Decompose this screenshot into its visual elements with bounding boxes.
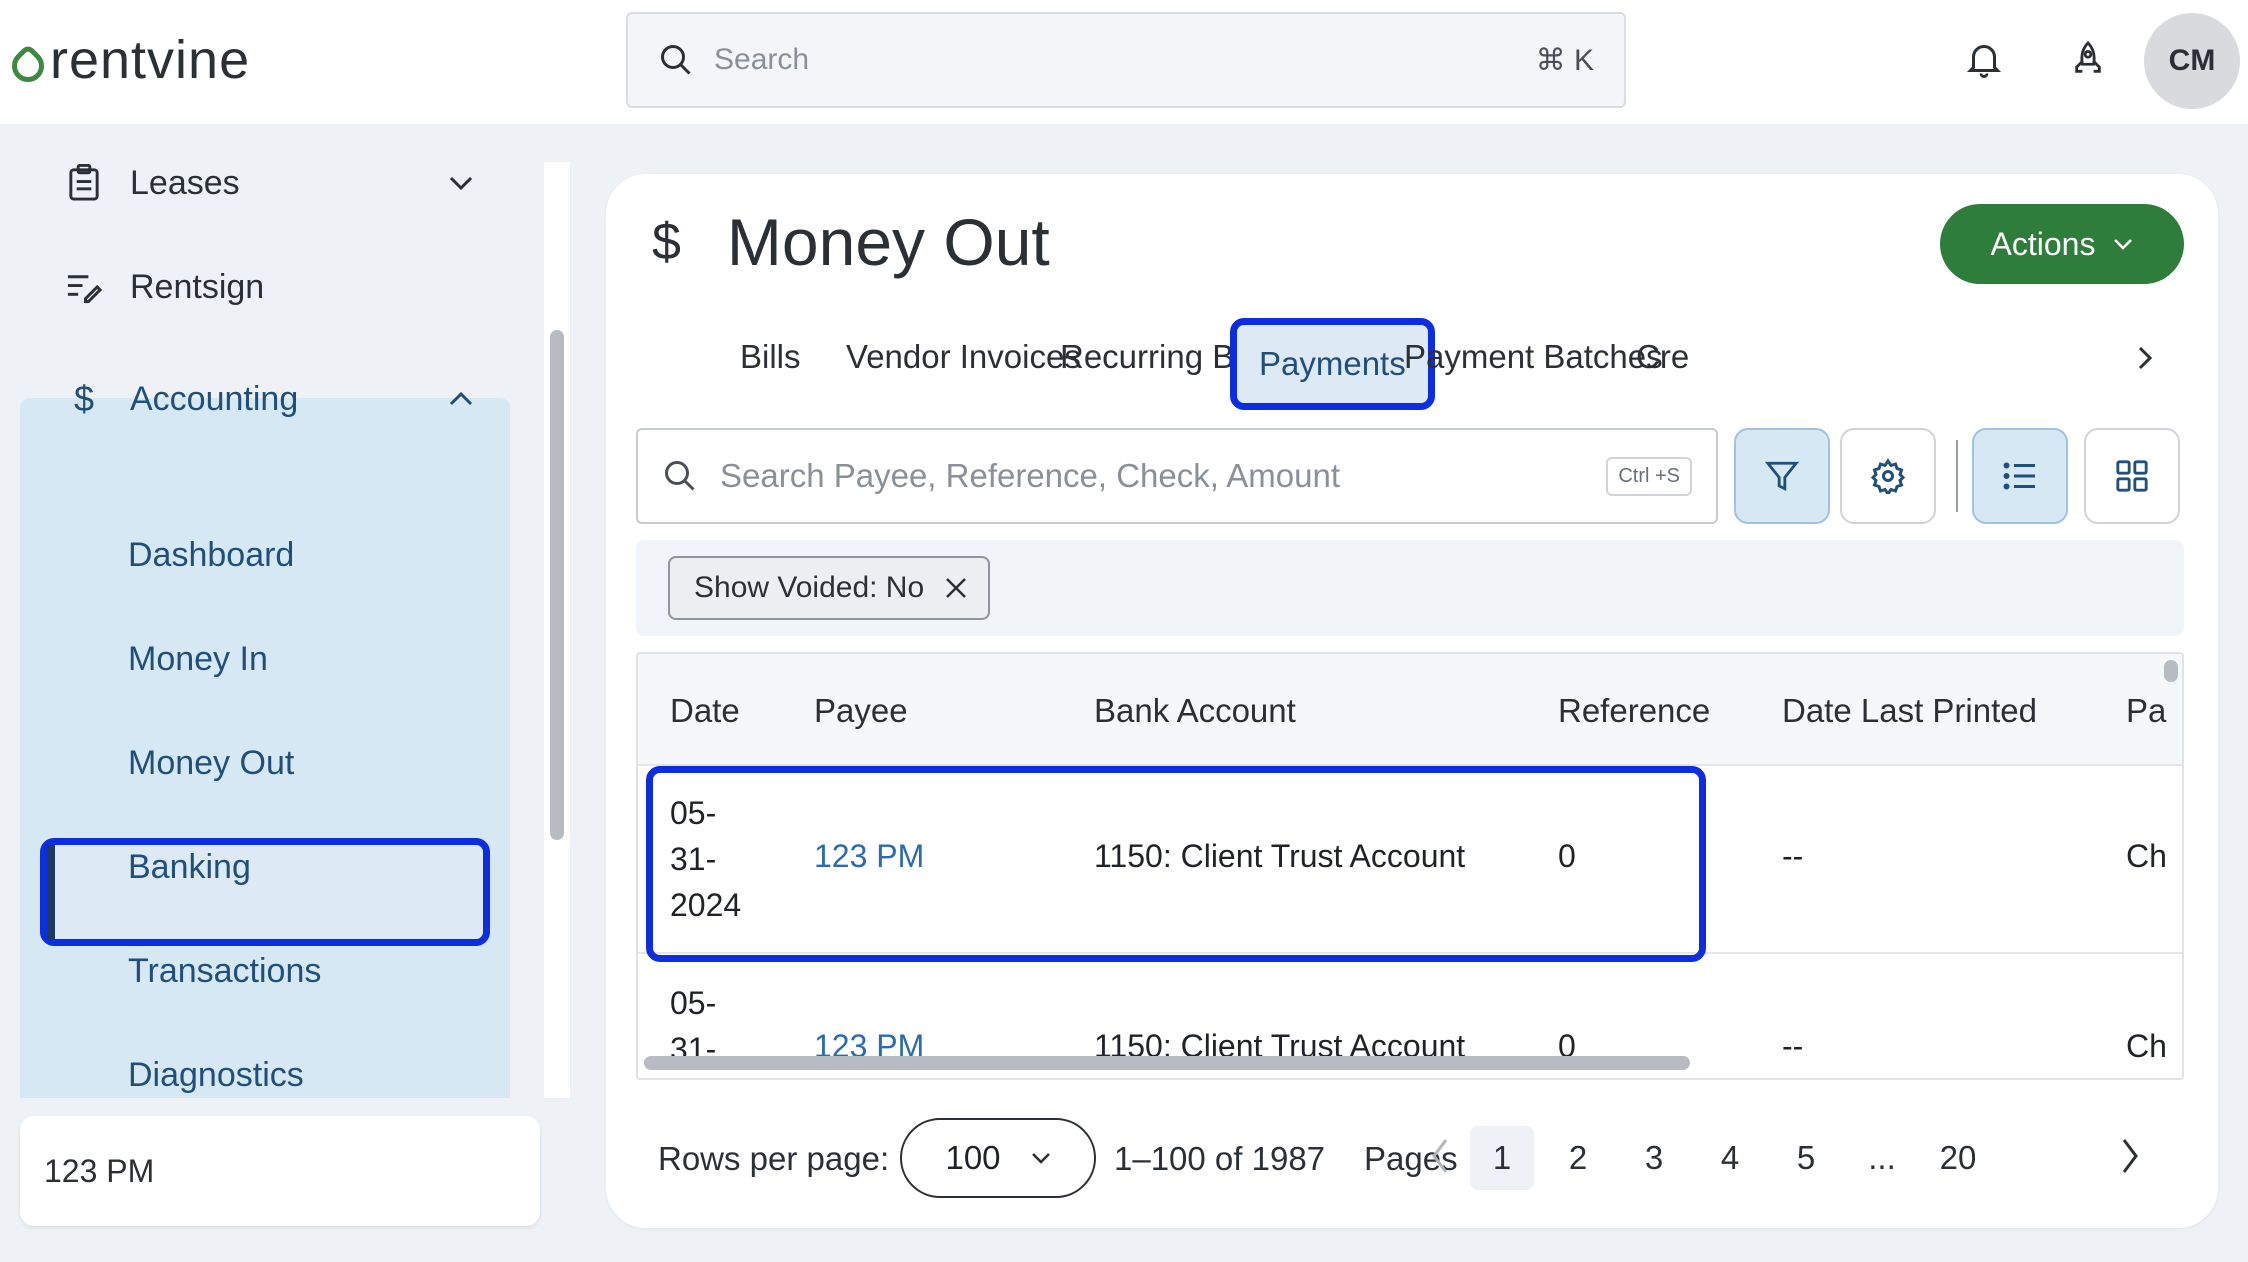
sidebar-scrollbar-thumb[interactable] bbox=[550, 330, 564, 840]
tab-overflow[interactable]: Cre bbox=[1636, 338, 1689, 376]
chevron-up-icon[interactable] bbox=[448, 391, 474, 407]
page-title: $ Money Out bbox=[652, 204, 1050, 280]
search-icon bbox=[665, 461, 695, 491]
page-title-text: Money Out bbox=[726, 205, 1050, 279]
cell-reference: 0 bbox=[1558, 838, 1576, 874]
chevron-right-icon[interactable] bbox=[2120, 1136, 2140, 1176]
notifications-button[interactable] bbox=[1960, 36, 2008, 84]
sign-pen-icon bbox=[67, 275, 103, 304]
tab-payment-batches[interactable]: Payment Batches bbox=[1404, 338, 1663, 376]
clipboard-icon bbox=[69, 164, 99, 201]
sidebar-subitem-money-out[interactable] bbox=[40, 838, 490, 946]
page-button-1[interactable]: 1 bbox=[1470, 1126, 1534, 1190]
page-ellipsis: ... bbox=[1868, 1139, 1896, 1176]
rentvine-logo[interactable]: rentvine bbox=[5, 30, 251, 90]
chevron-right-icon[interactable] bbox=[2136, 344, 2154, 372]
rows-per-page-label: Rows per page: bbox=[658, 1140, 890, 1177]
dollar-icon: $ bbox=[652, 213, 681, 271]
list-icon bbox=[2003, 462, 2035, 490]
column-header-payee[interactable]: Payee bbox=[814, 692, 908, 730]
search-placeholder: Search Payee, Reference, Check, Amount bbox=[720, 457, 1341, 494]
chip-label: Show Voided: No bbox=[694, 571, 925, 604]
column-header-reference[interactable]: Reference bbox=[1558, 692, 1710, 730]
column-header-date-last-printed[interactable]: Date Last Printed bbox=[1782, 692, 2037, 730]
tab-bar: Bills Vendor Invoices Recurring Bills Pa… bbox=[606, 314, 2218, 410]
tab-bills[interactable]: Bills bbox=[740, 338, 801, 376]
sidebar-item-label: Leases bbox=[130, 163, 240, 202]
table-horizontal-scrollbar[interactable] bbox=[644, 1056, 1690, 1070]
user-avatar[interactable]: CM bbox=[2144, 13, 2240, 109]
gear-icon bbox=[1870, 458, 1906, 494]
actions-button[interactable]: Actions bbox=[1940, 204, 2184, 284]
global-search-input[interactable]: Search ⌘ K bbox=[626, 12, 1626, 108]
account-switcher[interactable]: 123 PM bbox=[20, 1116, 540, 1226]
page-button-2[interactable]: 2 bbox=[1546, 1126, 1610, 1190]
grid-view-button[interactable] bbox=[2084, 428, 2180, 524]
chevron-down-icon bbox=[1031, 1153, 1050, 1164]
close-icon[interactable] bbox=[944, 576, 968, 600]
payments-table: Date Payee Bank Account Reference Date L… bbox=[636, 652, 2184, 1080]
column-header-payment-method[interactable]: Pa bbox=[2126, 692, 2166, 730]
column-header-bank-account[interactable]: Bank Account bbox=[1094, 692, 1296, 730]
cell-bank-account: 1150: Client Trust Account bbox=[1094, 838, 1466, 874]
top-bar: rentvine Search ⌘ K CM bbox=[0, 0, 2248, 124]
cell-payee-link[interactable]: 123 PM bbox=[814, 838, 924, 875]
sidebar-item-accounting[interactable]: $ Accounting bbox=[20, 354, 510, 444]
filter-chip-show-voided[interactable]: Show Voided: No bbox=[668, 556, 991, 620]
table-row[interactable]: 05- 31- 2024 123 PM 1150: Client Trust A… bbox=[638, 766, 2182, 954]
dollar-icon: $ bbox=[73, 378, 95, 419]
active-filters-bar: Show Voided: No bbox=[636, 540, 2184, 636]
page-button-3[interactable]: 3 bbox=[1622, 1126, 1686, 1190]
toolbar-divider bbox=[1956, 440, 1958, 512]
search-shortcut: Ctrl +S bbox=[1606, 456, 1692, 496]
actions-label: Actions bbox=[1990, 225, 2096, 262]
sidebar-subitem-banking[interactable]: Banking bbox=[128, 848, 251, 887]
chevron-down-icon[interactable] bbox=[448, 175, 474, 191]
cell-date-last-printed: -- bbox=[1782, 838, 1804, 874]
sidebar-subitem-money-in[interactable]: Money In bbox=[128, 640, 268, 679]
whats-new-button[interactable] bbox=[2064, 36, 2112, 84]
pagination-range: 1–100 of 1987 bbox=[1114, 1140, 1326, 1177]
search-shortcut: ⌘ K bbox=[1535, 43, 1594, 77]
page-button-5[interactable]: 5 bbox=[1774, 1126, 1838, 1190]
filter-icon bbox=[1765, 461, 1799, 492]
table-header: Date Payee Bank Account Reference Date L… bbox=[638, 654, 2182, 766]
settings-button[interactable] bbox=[1840, 428, 1936, 524]
grid-icon bbox=[2116, 460, 2148, 492]
payments-search-input[interactable]: Search Payee, Reference, Check, Amount C… bbox=[636, 428, 1718, 524]
sidebar-item-rentsign[interactable]: Rentsign bbox=[20, 242, 510, 332]
sidebar-subitem-money-out-label: Money Out bbox=[128, 744, 295, 782]
pagination: Rows per page: 100 1–100 of 1987 Pages 1… bbox=[606, 1114, 2218, 1214]
cell-date: 05- 31- 2024 bbox=[670, 795, 742, 923]
logo-text: rentvine bbox=[50, 30, 251, 90]
cell-payment-method: Ch bbox=[2126, 838, 2167, 874]
sidebar-subitem-transactions[interactable]: Transactions bbox=[128, 952, 321, 991]
tab-vendor-invoices[interactable]: Vendor Invoices bbox=[846, 338, 1081, 376]
sidebar-item-label: Accounting bbox=[130, 379, 299, 418]
list-view-button[interactable] bbox=[1972, 428, 2068, 524]
sidebar-subitem-dashboard[interactable]: Dashboard bbox=[128, 536, 294, 575]
sidebar: Leases Rentsign $ Accounting Dashboard M… bbox=[0, 124, 570, 1262]
cell-date-last-printed: -- bbox=[1782, 1028, 1804, 1064]
filter-button[interactable] bbox=[1734, 428, 1830, 524]
rows-per-page-value: 100 bbox=[945, 1139, 1001, 1176]
table-vertical-scrollbar[interactable] bbox=[2164, 660, 2178, 682]
rocket-icon bbox=[2075, 40, 2101, 73]
page-button-20[interactable]: 20 bbox=[1926, 1126, 1990, 1190]
chevron-down-icon bbox=[2114, 239, 2133, 250]
sidebar-subitem-diagnostics[interactable]: Diagnostics bbox=[128, 1056, 304, 1095]
leaf-icon bbox=[5, 43, 51, 89]
search-placeholder: Search bbox=[714, 43, 810, 76]
chevron-left-icon[interactable] bbox=[1430, 1136, 1450, 1176]
search-icon bbox=[661, 45, 691, 75]
main-card: $ Money Out Actions Bills Vendor Invoice… bbox=[606, 174, 2218, 1228]
cell-payment-method: Ch bbox=[2126, 1028, 2167, 1064]
bell-icon bbox=[1966, 45, 2002, 78]
sidebar-item-leases[interactable]: Leases bbox=[20, 138, 510, 228]
column-header-date[interactable]: Date bbox=[670, 692, 740, 730]
rows-per-page-select[interactable]: 100 bbox=[900, 1118, 1096, 1198]
page-button-4[interactable]: 4 bbox=[1698, 1126, 1762, 1190]
sidebar-item-label: Rentsign bbox=[130, 267, 265, 306]
